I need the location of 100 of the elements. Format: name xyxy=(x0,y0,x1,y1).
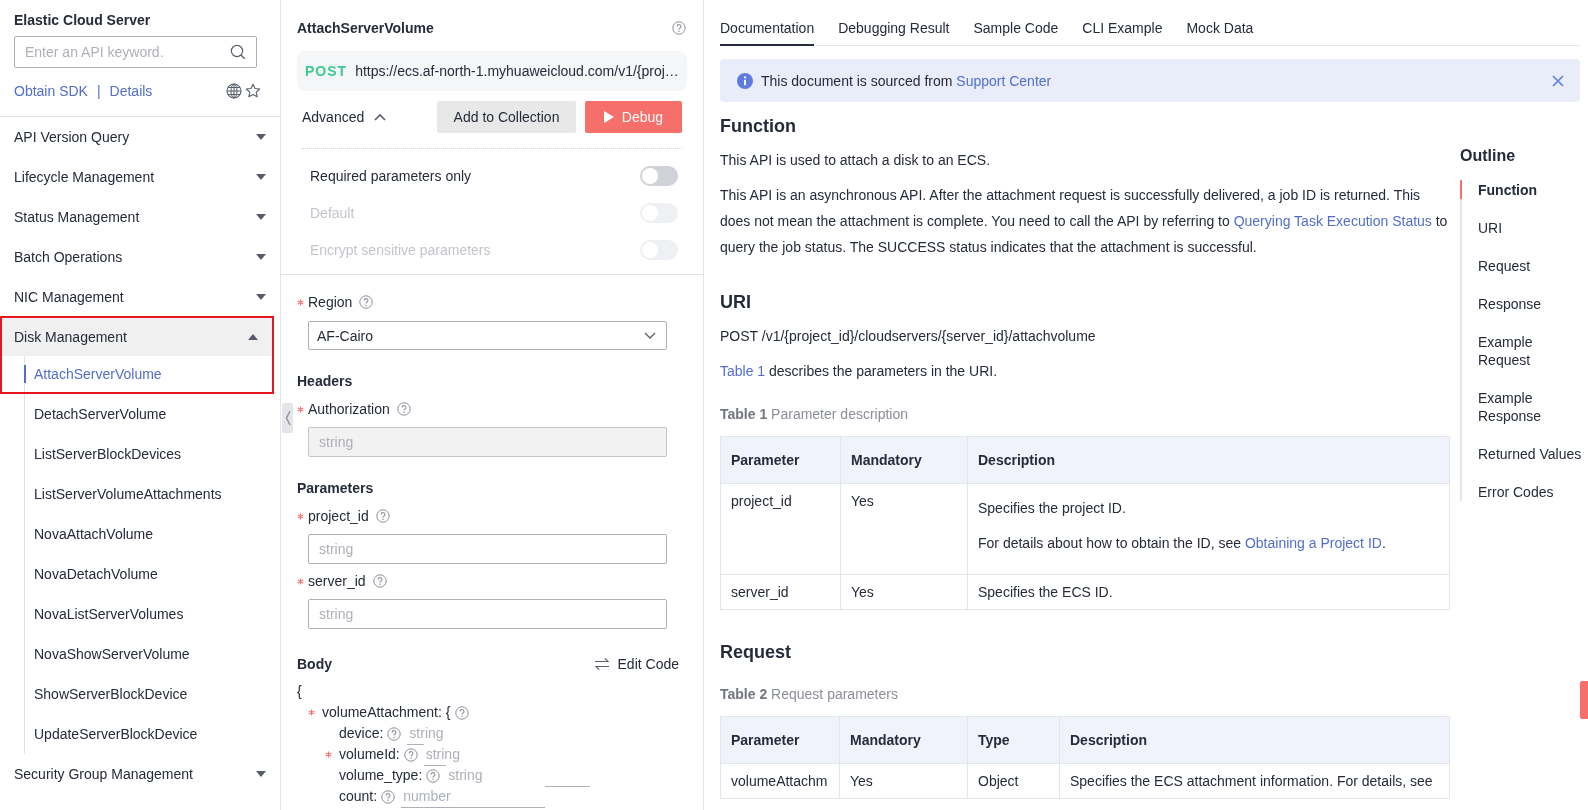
cell-paragraph: Specifies the project ID. xyxy=(978,499,1127,518)
caret-down-icon[interactable] xyxy=(256,294,266,300)
help-icon[interactable] xyxy=(372,574,387,588)
input-field[interactable]: string xyxy=(308,534,667,564)
caret-down-icon[interactable] xyxy=(256,254,266,260)
edit-code-button[interactable]: Edit Code xyxy=(593,655,679,673)
column-header: Description xyxy=(967,436,1450,484)
outline-item[interactable]: Returned Values xyxy=(1460,445,1585,463)
nav-group[interactable]: API Version Query xyxy=(0,117,280,157)
nav-group-label: NIC Management xyxy=(14,289,124,305)
text-link[interactable]: Querying Task Execution Status xyxy=(1233,213,1432,229)
help-icon[interactable] xyxy=(426,768,441,783)
tab[interactable]: Mock Data xyxy=(1186,0,1254,46)
column-header: Parameter xyxy=(720,436,841,484)
api-title: AttachServerVolume xyxy=(297,19,434,37)
nav-group[interactable]: Disk Management xyxy=(2,318,272,356)
info-icon xyxy=(737,72,753,89)
help-icon[interactable] xyxy=(396,402,411,416)
collapse-handle[interactable] xyxy=(282,403,293,433)
paragraph: Table 1 describes the parameters in the URI. xyxy=(720,362,999,381)
close-icon[interactable] xyxy=(1552,74,1564,87)
help-icon[interactable] xyxy=(359,295,374,309)
nav-item[interactable]: ShowServerBlockDevice xyxy=(25,674,280,714)
outline-item[interactable]: URI xyxy=(1460,219,1585,237)
toggle-label: Default xyxy=(310,204,355,221)
code-brace: { xyxy=(297,682,303,701)
nav-item[interactable]: ListServerBlockDevices xyxy=(25,434,280,474)
value-input[interactable]: number xyxy=(401,785,546,808)
nav-item[interactable]: DetachServerVolume xyxy=(25,394,280,434)
caret-down-icon[interactable] xyxy=(256,771,266,777)
table-cell: Yes xyxy=(840,574,968,610)
outline-item[interactable]: Function xyxy=(1460,180,1585,199)
section-heading: Function xyxy=(720,115,797,138)
outline-item[interactable]: Example Request xyxy=(1460,333,1585,369)
help-icon[interactable] xyxy=(672,21,686,35)
region-select[interactable]: AF-Cairo xyxy=(308,321,667,350)
help-icon[interactable] xyxy=(387,726,402,741)
outline-item[interactable]: Example Response xyxy=(1460,389,1585,425)
tab[interactable]: CLI Example xyxy=(1082,0,1163,46)
link-separator: | xyxy=(96,82,101,100)
input-field[interactable]: string xyxy=(308,599,667,629)
banner-text: This document is sourced from Support Center xyxy=(761,72,1053,89)
nav-item[interactable]: UpdateServerBlockDevice xyxy=(25,714,280,754)
nav-group[interactable]: Security Group Management xyxy=(0,754,280,794)
sidebar-link[interactable]: Details xyxy=(109,82,153,100)
value-input[interactable]: string xyxy=(446,764,591,787)
swap-icon xyxy=(593,657,610,671)
sidebar-link[interactable]: Obtain SDK xyxy=(14,82,88,100)
help-icon[interactable] xyxy=(381,789,396,804)
outline-item[interactable]: Request xyxy=(1460,257,1585,275)
tab[interactable]: Documentation xyxy=(720,0,815,46)
nav-item[interactable]: NovaDetachVolume xyxy=(25,554,280,594)
nav-group-label: Security Group Management xyxy=(14,766,193,782)
field-label: server_id xyxy=(308,572,366,590)
text-link[interactable]: Obtaining a Project ID xyxy=(1244,535,1382,551)
nav-group[interactable]: Status Management xyxy=(0,197,280,237)
star-icon[interactable] xyxy=(245,83,261,99)
code-key: volumeId: xyxy=(339,744,400,765)
toggle-label: Encrypt sensitive parameters xyxy=(310,241,491,258)
code-key: volume_type: xyxy=(339,765,423,786)
nav-group-label: API Version Query xyxy=(14,129,130,145)
text-link[interactable]: Support Center xyxy=(956,72,1052,89)
nav-group-label: Status Management xyxy=(14,209,140,225)
chevron-left-icon xyxy=(284,410,291,426)
table-cell: Yes xyxy=(840,483,968,575)
caret-down-icon[interactable] xyxy=(256,214,266,220)
nav-item[interactable]: NovaListServerVolumes xyxy=(25,594,280,634)
column-header: Mandatory xyxy=(839,716,968,764)
caret-down-icon[interactable] xyxy=(256,134,266,140)
outline-item[interactable]: Error Codes xyxy=(1460,483,1585,501)
advanced-toggle[interactable]: Advanced xyxy=(302,108,387,125)
collection-button[interactable]: Add to Collection xyxy=(437,100,576,133)
outline-item[interactable]: Response xyxy=(1460,295,1585,313)
search-field[interactable]: Enter an API keyword. xyxy=(14,36,257,68)
nav-item[interactable]: NovaAttachVolume xyxy=(25,514,280,554)
nav-group[interactable]: NIC Management xyxy=(0,277,280,317)
search-icon[interactable] xyxy=(230,44,246,60)
tab[interactable]: Sample Code xyxy=(973,0,1059,46)
http-method: POST xyxy=(305,63,348,79)
nav-group[interactable]: Batch Operations xyxy=(0,237,280,277)
table-cell: Object xyxy=(967,763,1060,799)
caret-up-icon[interactable] xyxy=(248,334,258,340)
field-label: Authorization xyxy=(308,400,390,418)
field-label: project_id xyxy=(308,507,369,525)
code-key: device: xyxy=(339,723,384,744)
nav-group[interactable]: Lifecycle Management xyxy=(0,157,280,197)
caret-down-icon[interactable] xyxy=(256,174,266,180)
nav-item[interactable]: AttachServerVolume xyxy=(25,356,272,392)
nav-item[interactable]: NovaShowServerVolume xyxy=(25,634,280,674)
help-icon[interactable] xyxy=(454,705,469,720)
text-link[interactable]: Table 1 xyxy=(720,363,766,379)
paragraph: This API is an asynchronous API. After the attachment request is successfully delivered, a job ID is returned. This does not mean the attachment is complete. You need to call the API by referring to Querying Task Execution Status to query the job status. The SUCCESS status indicates that the attachment is successful. xyxy=(720,186,1449,257)
tab[interactable]: Debugging Result xyxy=(838,0,950,46)
toggle-switch[interactable] xyxy=(640,165,678,186)
help-icon[interactable] xyxy=(375,509,390,523)
help-icon[interactable] xyxy=(403,747,418,762)
section-heading: Body xyxy=(297,655,332,673)
table-cell: Specifies the ECS attachment information. For details, see xyxy=(1059,763,1450,799)
nav-item[interactable]: ListServerVolumeAttachments xyxy=(25,474,280,514)
globe-icon[interactable] xyxy=(226,83,242,99)
